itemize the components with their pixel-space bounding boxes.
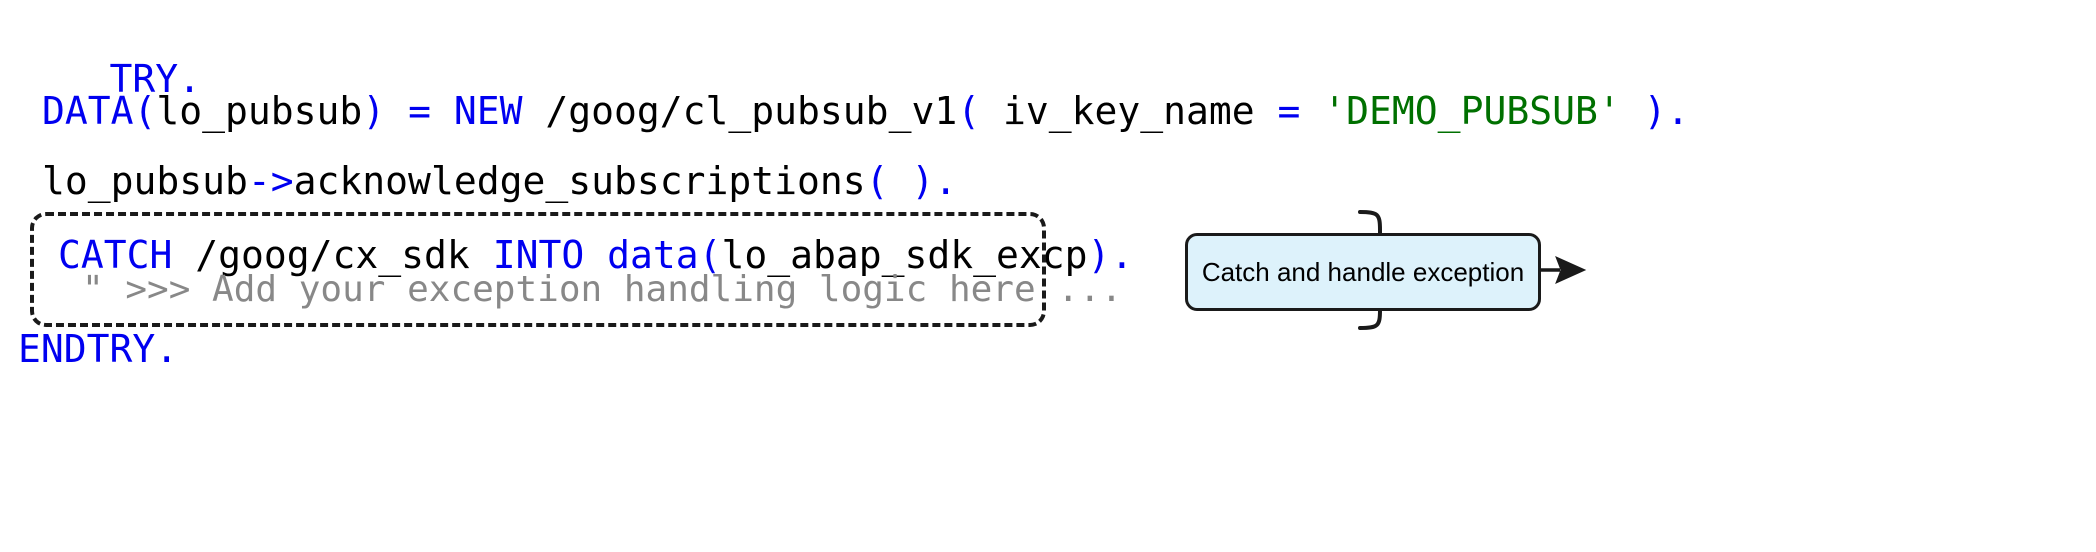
token-paren-close-ctor: ) xyxy=(1643,89,1667,133)
token-paren-close-ack: ) xyxy=(911,159,935,203)
token-keyword-endtry: ENDTRY xyxy=(18,327,156,371)
token-space-3 xyxy=(1300,89,1323,133)
token-string-demo-pubsub: 'DEMO_PUBSUB' xyxy=(1323,89,1621,133)
token-method-acknowledge: acknowledge_subscriptions xyxy=(293,159,866,203)
token-comment-placeholder: " >>> Add your exception handling logic … xyxy=(82,269,1123,310)
code-line-endtry: ENDTRY. xyxy=(18,330,178,368)
callout-box: Catch and handle exception xyxy=(1185,233,1541,311)
token-paren-open-data: ( xyxy=(133,89,157,133)
token-period-data: . xyxy=(1666,89,1690,133)
token-param-iv-key-name: iv_key_name xyxy=(980,89,1278,133)
token-space-4 xyxy=(1621,89,1644,133)
token-paren-close-data: ) xyxy=(362,89,386,133)
code-line-data-declaration: DATA(lo_pubsub) = NEW /goog/cl_pubsub_v1… xyxy=(42,92,1689,130)
arrow-head-icon xyxy=(1555,256,1587,284)
callout-label: Catch and handle exception xyxy=(1201,256,1525,287)
token-var-lo-pubsub: lo_pubsub xyxy=(156,89,363,133)
token-period-endtry: . xyxy=(155,327,179,371)
token-receiver-lo-pubsub: lo_pubsub xyxy=(42,159,248,203)
token-space-2 xyxy=(431,89,454,133)
token-space-1 xyxy=(385,89,408,133)
token-period-ack: . xyxy=(934,159,958,203)
token-class-pubsub-v1: /goog/cl_pubsub_v1 xyxy=(522,89,958,133)
diagram-canvas: TRY. DATA(lo_pubsub) = NEW /goog/cl_pubs… xyxy=(0,0,2096,552)
token-assign-operator: = xyxy=(408,89,431,133)
token-paren-open-ctor: ( xyxy=(957,89,981,133)
token-keyword-data: DATA xyxy=(42,89,134,133)
code-line-acknowledge-call: lo_pubsub->acknowledge_subscriptions( ). xyxy=(42,162,957,200)
token-keyword-new: NEW xyxy=(453,89,523,133)
code-line-comment: " >>> Add your exception handling logic … xyxy=(82,272,1122,308)
token-equals-param: = xyxy=(1277,89,1301,133)
token-space-5 xyxy=(889,159,912,203)
token-paren-open-ack: ( xyxy=(865,159,889,203)
token-arrow-operator: -> xyxy=(247,159,294,203)
